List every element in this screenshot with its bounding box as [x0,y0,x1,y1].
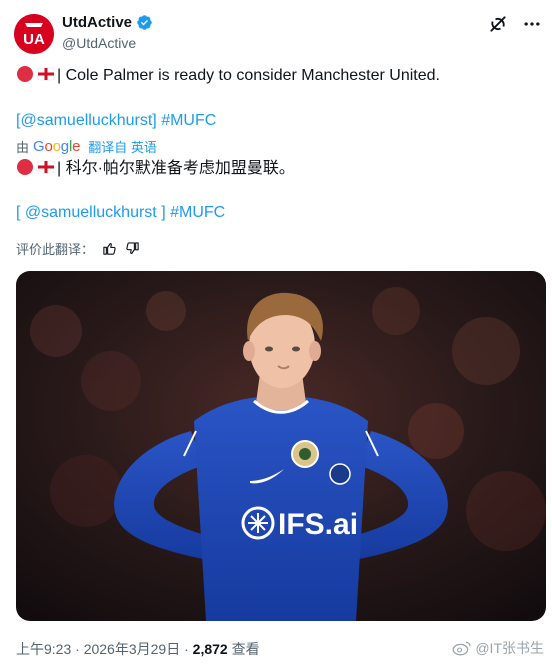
avatar[interactable]: UA [14,14,54,54]
translated-by-row: 由 Google 翻译自 英语 [16,137,157,156]
mention-link-translated[interactable]: @samuelluckhurst [25,204,157,221]
weibo-icon [452,640,472,656]
author-name-row[interactable]: UtdActive [62,14,153,31]
tweet-media-photo[interactable]: IFS.ai [16,271,546,621]
grok-icon[interactable] [488,14,508,34]
author-display-name[interactable]: UtdActive [62,14,132,31]
tweet-text-original-body: | Cole Palmer is ready to consider Manch… [57,67,440,84]
views-count: 2,872 [192,641,228,657]
tweet-text-translated-body: | 科尔·帕尔默准备考虑加盟曼联。 [57,160,295,177]
tweet-time[interactable]: 上午9:23 [16,641,71,657]
tweet-text-original: | Cole Palmer is ready to consider Manch… [16,65,440,87]
tweet-top-actions [488,14,542,34]
tweet-date[interactable]: 2026年3月29日 [84,641,181,657]
utdactive-logo-icon: UA [14,14,54,54]
translated-by-suffix-link[interactable]: 翻译自 英语 [88,137,157,156]
watermark: @IT张书生 [452,638,544,658]
meta-separator-2: · [184,641,189,657]
flag-emojis [16,65,55,83]
rate-translation-row: 评价此翻译： [16,239,140,258]
hashtag-link[interactable]: #MUFC [161,112,216,129]
meta-separator: · [75,641,80,657]
rate-translation-label: 评价此翻译： [16,242,95,257]
bracket-close-translated: ] [161,204,166,221]
tweet-tags-original: [@samuelluckhurst] #MUFC [16,110,216,132]
google-logo: Google [33,138,81,155]
tweet-text-translated: | 科尔·帕尔默准备考虑加盟曼联。 [16,158,295,180]
hashtag-link-translated[interactable]: #MUFC [170,204,225,221]
red-circle-icon [17,66,33,82]
tweet-card: UA UtdActive @UtdActive | Cole Palmer is… [0,0,552,664]
views-label: 查看 [231,641,260,657]
bracket-open-translated: [ [16,204,21,221]
footballer-photo: IFS.ai [16,271,546,621]
watermark-text: @IT张书生 [475,640,544,656]
tweet-meta: 上午9:23 · 2026年3月29日 · 2,872 查看 [16,639,260,659]
author-handle[interactable]: @UtdActive [62,35,136,51]
bracket-close: ] [152,112,157,129]
tweet-tags-translated: [ @samuelluckhurst ] #MUFC [16,202,225,224]
mention-link[interactable]: @samuelluckhurst [20,112,152,129]
red-circle-icon [17,159,33,175]
svg-text:IFS.ai: IFS.ai [278,508,358,541]
more-options-icon[interactable] [522,14,542,34]
thumbs-up-icon[interactable] [102,241,117,256]
translated-by-prefix: 由 [16,140,30,155]
svg-text:UA: UA [23,31,45,48]
flag-emojis-translated [16,158,55,176]
england-flag-icon [37,67,55,81]
verified-badge-icon [136,14,153,31]
england-flag-icon [37,160,55,174]
thumbs-down-icon[interactable] [125,241,140,256]
